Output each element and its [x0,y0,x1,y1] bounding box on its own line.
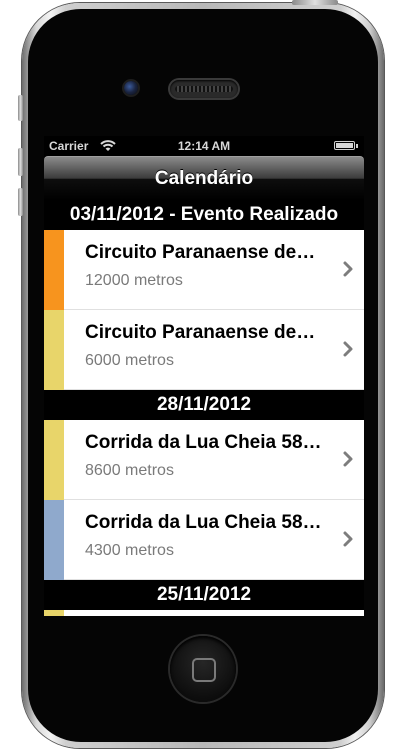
section-header: 25/11/2012 [44,580,364,610]
event-title: Corrida da Lua Cheia 58… [85,432,322,453]
power-button [292,0,338,5]
mute-switch [18,95,23,121]
earpiece-speaker [170,80,238,98]
event-row-partial[interactable] [44,610,364,616]
chevron-right-icon [343,451,353,467]
front-camera-icon [124,81,138,95]
event-row[interactable]: Circuito Paranaense de… 6000 metros [44,310,364,390]
event-title: Corrida da Lua Cheia 58… [85,512,322,533]
event-title: Circuito Paranaense de… [85,242,316,263]
event-row[interactable]: Corrida da Lua Cheia 58… 4300 metros [44,500,364,580]
event-color-tag [44,610,64,616]
event-title: Circuito Paranaense de… [85,322,316,343]
event-color-tag [44,310,64,390]
section-header: 03/11/2012 - Evento Realizado [44,200,364,230]
event-distance: 6000 metros [85,352,174,369]
event-color-tag [44,230,64,310]
chevron-right-icon [343,261,353,277]
home-button[interactable] [170,636,236,702]
event-color-tag [44,420,64,500]
event-distance: 4300 metros [85,542,174,559]
event-distance: 8600 metros [85,462,174,479]
home-square-icon [192,658,216,682]
volume-down-button [18,188,23,216]
event-distance: 12000 metros [85,272,183,289]
clock: 12:14 AM [177,139,231,153]
event-row[interactable]: Corrida da Lua Cheia 58… 8600 metros [44,420,364,500]
volume-up-button [18,148,23,176]
status-bar: Carrier 12:14 AM [44,136,364,156]
navigation-bar: Calendário [44,156,364,200]
battery-icon [334,141,358,150]
section-header: 28/11/2012 [44,390,364,420]
chevron-right-icon [343,341,353,357]
phone-screen: Carrier 12:14 AM Calendário 03/11/2012 -… [44,136,364,616]
event-row[interactable]: Circuito Paranaense de… 12000 metros [44,230,364,310]
chevron-right-icon [343,531,353,547]
page-title: Calendário [154,168,254,189]
event-color-tag [44,500,64,580]
